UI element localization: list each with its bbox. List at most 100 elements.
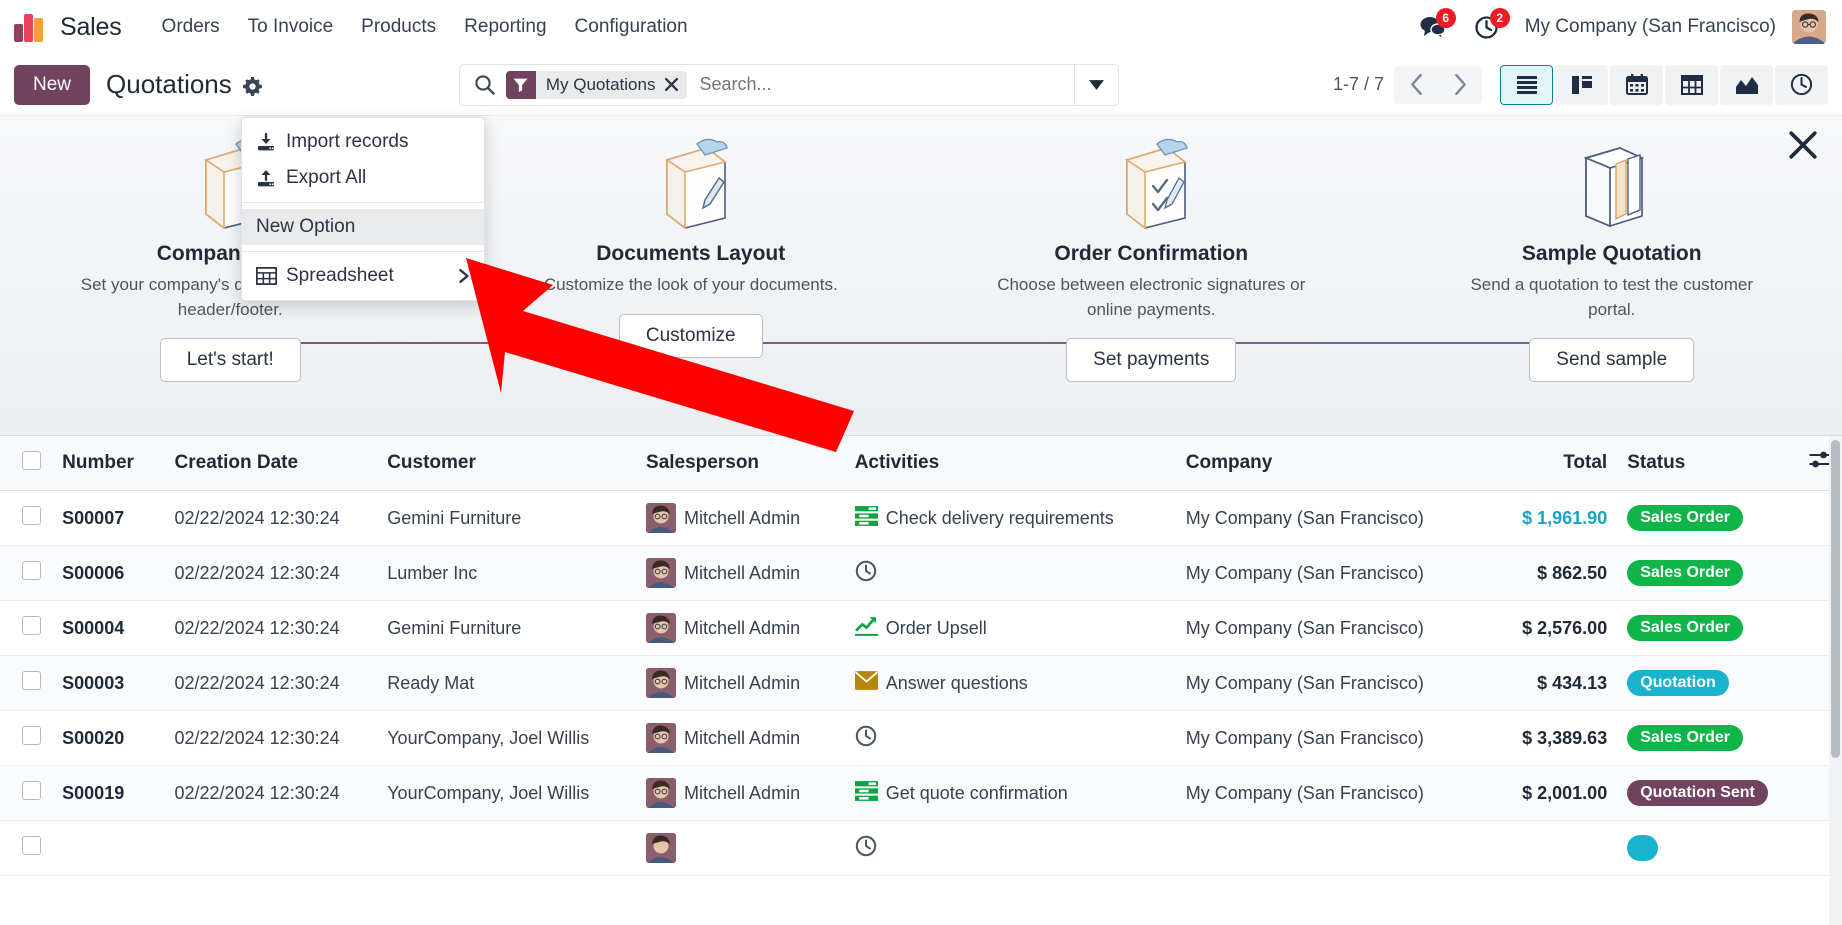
top-navbar: Sales Orders To Invoice Products Reporti… bbox=[0, 0, 1842, 54]
green-list-icon[interactable] bbox=[854, 505, 878, 531]
column-header-activities[interactable]: Activities bbox=[844, 436, 1176, 491]
column-header-total[interactable]: Total bbox=[1466, 436, 1618, 491]
menu-separator bbox=[242, 251, 484, 252]
next-page-button[interactable] bbox=[1438, 65, 1482, 104]
cell-activity bbox=[844, 820, 1176, 876]
nav-item-reporting[interactable]: Reporting bbox=[450, 10, 560, 44]
salesperson-name: Mitchell Admin bbox=[684, 727, 801, 748]
column-header-number[interactable]: Number bbox=[52, 436, 165, 491]
cell-total: $ 2,576.00 bbox=[1522, 617, 1608, 638]
table-row[interactable]: S00006 02/22/2024 12:30:24 Lumber Inc Mi… bbox=[0, 545, 1842, 601]
odoo-sales-logo-icon[interactable] bbox=[14, 12, 48, 42]
nav-item-configuration[interactable]: Configuration bbox=[561, 10, 702, 44]
chevron-down-icon[interactable] bbox=[1073, 64, 1118, 105]
activity-view-icon bbox=[1790, 73, 1813, 96]
onboarding-step-title: Sample Quotation bbox=[1521, 242, 1702, 265]
row-select-cell bbox=[0, 820, 53, 876]
row-checkbox[interactable] bbox=[22, 836, 41, 855]
row-checkbox[interactable] bbox=[22, 726, 41, 745]
messages-badge: 6 bbox=[1435, 8, 1456, 28]
clock-icon[interactable] bbox=[855, 560, 877, 587]
document-pencil-icon bbox=[645, 134, 737, 230]
table-row[interactable] bbox=[0, 820, 1842, 876]
row-checkbox[interactable] bbox=[22, 781, 41, 800]
table-row[interactable]: S00004 02/22/2024 12:30:24 Gemini Furnit… bbox=[0, 600, 1842, 656]
nav-item-to-invoice[interactable]: To Invoice bbox=[234, 10, 348, 44]
green-chart-icon[interactable] bbox=[854, 616, 878, 641]
column-header-customer[interactable]: Customer bbox=[377, 436, 637, 491]
search-icon bbox=[460, 74, 506, 96]
cell-activity bbox=[844, 545, 1176, 601]
lets-start-button[interactable]: Let's start! bbox=[159, 338, 301, 383]
app-brand-name[interactable]: Sales bbox=[60, 13, 122, 42]
calendar-view-icon bbox=[1625, 74, 1648, 95]
select-all-checkbox[interactable] bbox=[22, 450, 41, 470]
onboarding-step-desc: Send a quotation to test the customer po… bbox=[1470, 275, 1754, 319]
menu-item-new-option[interactable]: New Option bbox=[242, 209, 484, 245]
view-button-calendar[interactable] bbox=[1610, 64, 1663, 105]
table-row[interactable]: S00020 02/22/2024 12:30:24 YourCompany, … bbox=[0, 710, 1842, 766]
close-icon[interactable] bbox=[663, 78, 687, 91]
menu-item-export-all[interactable]: Export All bbox=[242, 160, 484, 196]
nav-item-orders[interactable]: Orders bbox=[148, 10, 234, 44]
clock-icon[interactable] bbox=[855, 725, 877, 752]
column-header-status[interactable]: Status bbox=[1617, 436, 1798, 491]
search-facet-my-quotations[interactable]: My Quotations bbox=[505, 70, 688, 99]
table-row[interactable]: S00003 02/22/2024 12:30:24 Ready Mat Mit… bbox=[0, 655, 1842, 711]
row-checkbox[interactable] bbox=[22, 561, 41, 580]
company-switcher[interactable]: My Company (San Francisco) bbox=[1525, 16, 1776, 38]
view-button-graph[interactable] bbox=[1720, 64, 1773, 105]
search-bar[interactable]: My Quotations bbox=[458, 63, 1119, 106]
view-button-pivot[interactable] bbox=[1665, 64, 1718, 105]
column-header-salesperson[interactable]: Salesperson bbox=[636, 436, 845, 491]
view-button-list[interactable] bbox=[1500, 64, 1553, 105]
onboarding-step-title: Order Confirmation bbox=[1054, 242, 1249, 265]
clock-icon[interactable] bbox=[855, 835, 877, 862]
cell-customer: Lumber Inc bbox=[377, 545, 637, 601]
avatar[interactable] bbox=[1792, 10, 1826, 44]
new-button[interactable]: New bbox=[14, 64, 91, 105]
cell-company: My Company (San Francisco) bbox=[1175, 655, 1467, 711]
send-sample-button[interactable]: Send sample bbox=[1529, 338, 1695, 383]
onboarding-step-desc: Choose between electronic signatures or … bbox=[997, 275, 1306, 319]
nav-item-products[interactable]: Products bbox=[347, 10, 450, 44]
menu-item-label: Export All bbox=[286, 167, 367, 188]
menu-item-spreadsheet[interactable]: Spreadsheet bbox=[242, 258, 484, 294]
search-input[interactable] bbox=[697, 64, 1074, 105]
salesperson-avatar-icon bbox=[646, 558, 677, 588]
activities-button[interactable]: 2 bbox=[1471, 8, 1510, 43]
close-icon[interactable] bbox=[1788, 130, 1818, 165]
cell-number: S00019 bbox=[62, 782, 125, 803]
cell-activity: Answer questions bbox=[844, 655, 1176, 711]
status-badge: Sales Order bbox=[1627, 725, 1744, 751]
envelope-icon[interactable] bbox=[854, 671, 878, 695]
cell-creation-date: 02/22/2024 12:30:24 bbox=[164, 765, 378, 821]
cell-creation-date: 02/22/2024 12:30:24 bbox=[164, 600, 378, 656]
row-checkbox[interactable] bbox=[22, 671, 41, 690]
scrollbar-thumb[interactable] bbox=[1831, 440, 1840, 758]
document-check-icon bbox=[1105, 134, 1197, 230]
view-button-kanban[interactable] bbox=[1555, 64, 1608, 105]
salesperson-avatar-icon bbox=[646, 668, 677, 698]
cell-salesperson: Mitchell Admin bbox=[636, 710, 845, 766]
cell-company: My Company (San Francisco) bbox=[1175, 710, 1467, 766]
pager: 1-7 / 7 bbox=[1333, 65, 1482, 104]
previous-page-button[interactable] bbox=[1394, 65, 1438, 104]
row-checkbox[interactable] bbox=[22, 506, 41, 525]
column-header-company[interactable]: Company bbox=[1175, 436, 1467, 491]
row-checkbox[interactable] bbox=[22, 616, 41, 635]
vertical-scrollbar[interactable] bbox=[1829, 436, 1842, 925]
set-payments-button[interactable]: Set payments bbox=[1066, 338, 1237, 383]
table-row[interactable]: S00019 02/22/2024 12:30:24 YourCompany, … bbox=[0, 765, 1842, 821]
activity-name: Check delivery requirements bbox=[885, 507, 1114, 528]
menu-item-import-records[interactable]: Import records bbox=[242, 124, 484, 160]
column-header-creation-date[interactable]: Creation Date bbox=[164, 436, 378, 491]
messages-button[interactable]: 6 bbox=[1417, 8, 1456, 43]
salesperson-name: Mitchell Admin bbox=[684, 672, 801, 693]
view-button-activity[interactable] bbox=[1775, 64, 1828, 105]
row-select-cell bbox=[0, 545, 53, 601]
table-row[interactable]: S00007 02/22/2024 12:30:24 Gemini Furnit… bbox=[0, 490, 1842, 546]
gear-icon[interactable] bbox=[242, 76, 263, 97]
customize-button[interactable]: Customize bbox=[618, 313, 763, 358]
green-list-icon[interactable] bbox=[854, 780, 878, 806]
